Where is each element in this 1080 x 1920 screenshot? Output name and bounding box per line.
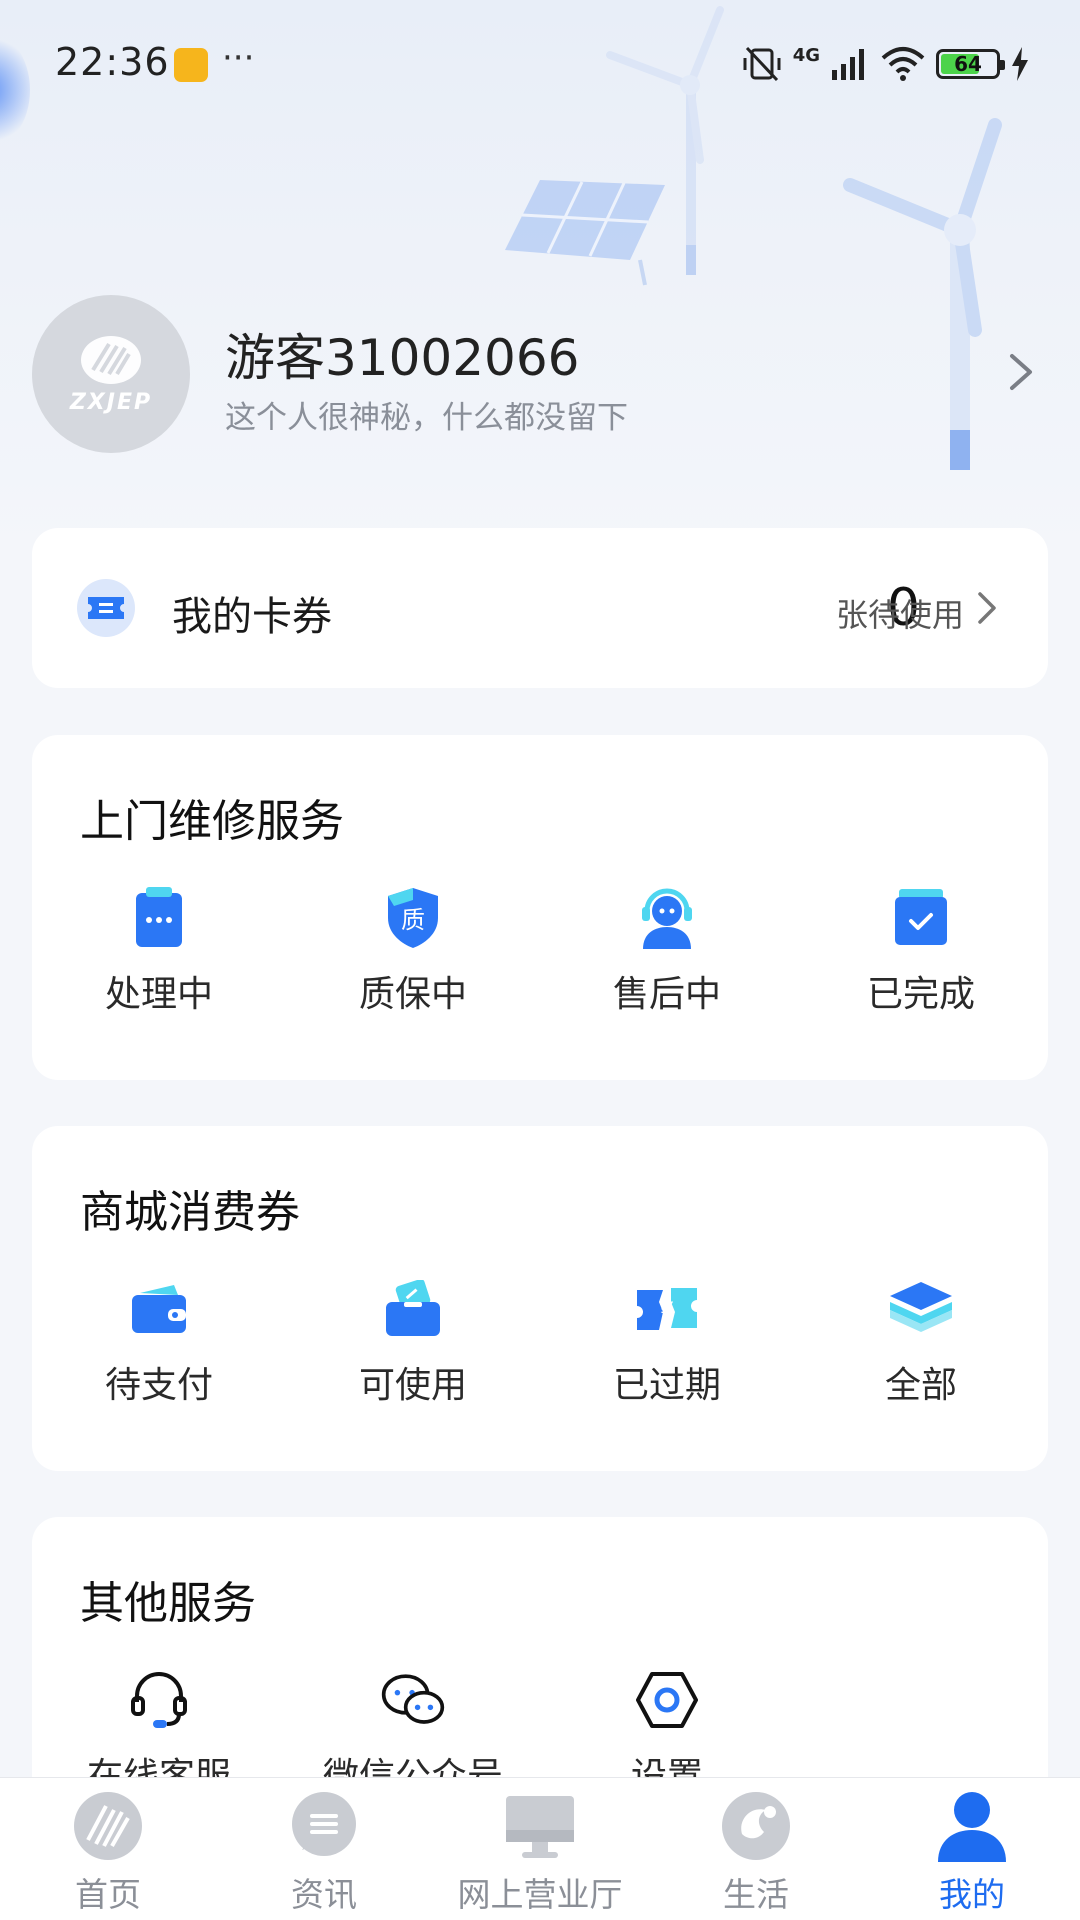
more-notifications-icon: ··· xyxy=(222,38,255,78)
other-services-title: 其他服务 xyxy=(80,1578,256,1629)
wallet-icon xyxy=(126,1276,192,1342)
nav-home[interactable]: 首页 xyxy=(0,1778,216,1920)
my-coupons-label: 我的卡券 xyxy=(172,594,332,640)
coupon-ticket-icon xyxy=(77,579,135,637)
nav-life[interactable]: 生活 xyxy=(648,1778,864,1920)
mall-pending-payment-label: 待支付 xyxy=(104,1365,213,1406)
wechat-icon xyxy=(380,1667,446,1733)
mall-pending-payment-item[interactable]: 待支付 xyxy=(32,1276,286,1408)
nav-news-label: 资讯 xyxy=(291,1875,357,1914)
brand-logo-icon xyxy=(81,335,141,384)
repair-warranty-label: 质保中 xyxy=(358,974,467,1015)
repair-service-card: 上门维修服务 处理中 质 质保中 售后中 已完成 xyxy=(32,735,1048,1080)
repair-after-sales-item[interactable]: 售后中 xyxy=(540,885,794,1017)
life-icon xyxy=(718,1788,794,1864)
customer-service-agent-icon xyxy=(634,885,700,951)
signal-icon xyxy=(832,49,864,80)
notification-app-icon xyxy=(174,48,208,82)
home-logo-icon xyxy=(70,1788,146,1864)
my-coupons-card[interactable]: 我的卡券 0 张待使用 xyxy=(32,528,1048,688)
wifi-icon xyxy=(881,47,925,81)
nav-profile[interactable]: 我的 xyxy=(864,1778,1080,1920)
coupon-chevron-right-icon xyxy=(978,592,996,624)
wallet-ticket-icon xyxy=(380,1276,446,1342)
charging-icon xyxy=(1012,47,1028,81)
clipboard-icon xyxy=(126,885,192,951)
repair-processing-item[interactable]: 处理中 xyxy=(32,885,286,1017)
repair-completed-item[interactable]: 已完成 xyxy=(794,885,1048,1017)
nav-life-label: 生活 xyxy=(723,1875,789,1914)
nav-online-hall-label: 网上营业厅 xyxy=(457,1875,623,1914)
nav-news[interactable]: 资讯 xyxy=(216,1778,432,1920)
mall-coupons-card: 商城消费券 待支付 可使用 ¥ 已过期 全部 xyxy=(32,1126,1048,1471)
news-icon xyxy=(286,1788,362,1864)
repair-completed-label: 已完成 xyxy=(866,974,975,1015)
repair-after-sales-label: 售后中 xyxy=(612,974,721,1015)
mall-coupons-grid: 待支付 可使用 ¥ 已过期 全部 xyxy=(32,1276,1048,1408)
status-bar: 22:36 ··· 4G 64 xyxy=(0,0,1080,130)
repair-service-grid: 处理中 质 质保中 售后中 已完成 xyxy=(32,885,1048,1017)
coupon-pending-label: 张待使用 xyxy=(835,596,964,634)
headset-icon xyxy=(126,1667,192,1733)
nav-home-label: 首页 xyxy=(75,1875,141,1914)
mall-all-label: 全部 xyxy=(884,1365,957,1406)
settings-hex-icon xyxy=(634,1667,700,1733)
vibrate-mute-icon xyxy=(743,46,781,82)
nav-profile-label: 我的 xyxy=(939,1875,1005,1914)
shield-quality-icon: 质 xyxy=(380,885,446,951)
profile-chevron-right-icon[interactable] xyxy=(1006,350,1036,394)
repair-warranty-item[interactable]: 质 质保中 xyxy=(286,885,540,1017)
bottom-navigation: 首页 资讯 网上营业厅 生活 我的 xyxy=(0,1777,1080,1920)
mall-available-item[interactable]: 可使用 xyxy=(286,1276,540,1408)
mall-expired-item[interactable]: ¥ 已过期 xyxy=(540,1276,794,1408)
nav-online-hall[interactable]: 网上营业厅 xyxy=(432,1778,648,1920)
profile-icon xyxy=(934,1788,1010,1864)
expired-ticket-icon: ¥ xyxy=(634,1276,700,1342)
mall-available-label: 可使用 xyxy=(358,1365,467,1406)
repair-processing-label: 处理中 xyxy=(104,974,213,1015)
status-icons: 4G 64 xyxy=(741,44,1030,84)
profile-bio: 这个人很神秘，什么都没留下 xyxy=(225,400,628,436)
mall-coupons-title: 商城消费券 xyxy=(80,1187,300,1238)
avatar[interactable]: ZXJEP xyxy=(32,295,190,453)
layers-icon xyxy=(888,1276,954,1342)
svg-text:¥: ¥ xyxy=(660,1299,674,1324)
battery-level: 64 xyxy=(954,52,982,76)
avatar-brand-text: ZXJEP xyxy=(69,389,153,415)
mall-expired-label: 已过期 xyxy=(612,1365,721,1406)
monitor-icon xyxy=(502,1788,578,1864)
battery-icon: 64 xyxy=(936,49,1005,79)
svg-text:质: 质 xyxy=(401,906,425,934)
completed-box-icon xyxy=(888,885,954,951)
status-time: 22:36 xyxy=(55,40,170,84)
network-type-label: 4G xyxy=(792,44,820,66)
profile-username[interactable]: 游客31002066 xyxy=(225,318,580,390)
mall-all-item[interactable]: 全部 xyxy=(794,1276,1048,1408)
repair-service-title: 上门维修服务 xyxy=(80,796,344,847)
